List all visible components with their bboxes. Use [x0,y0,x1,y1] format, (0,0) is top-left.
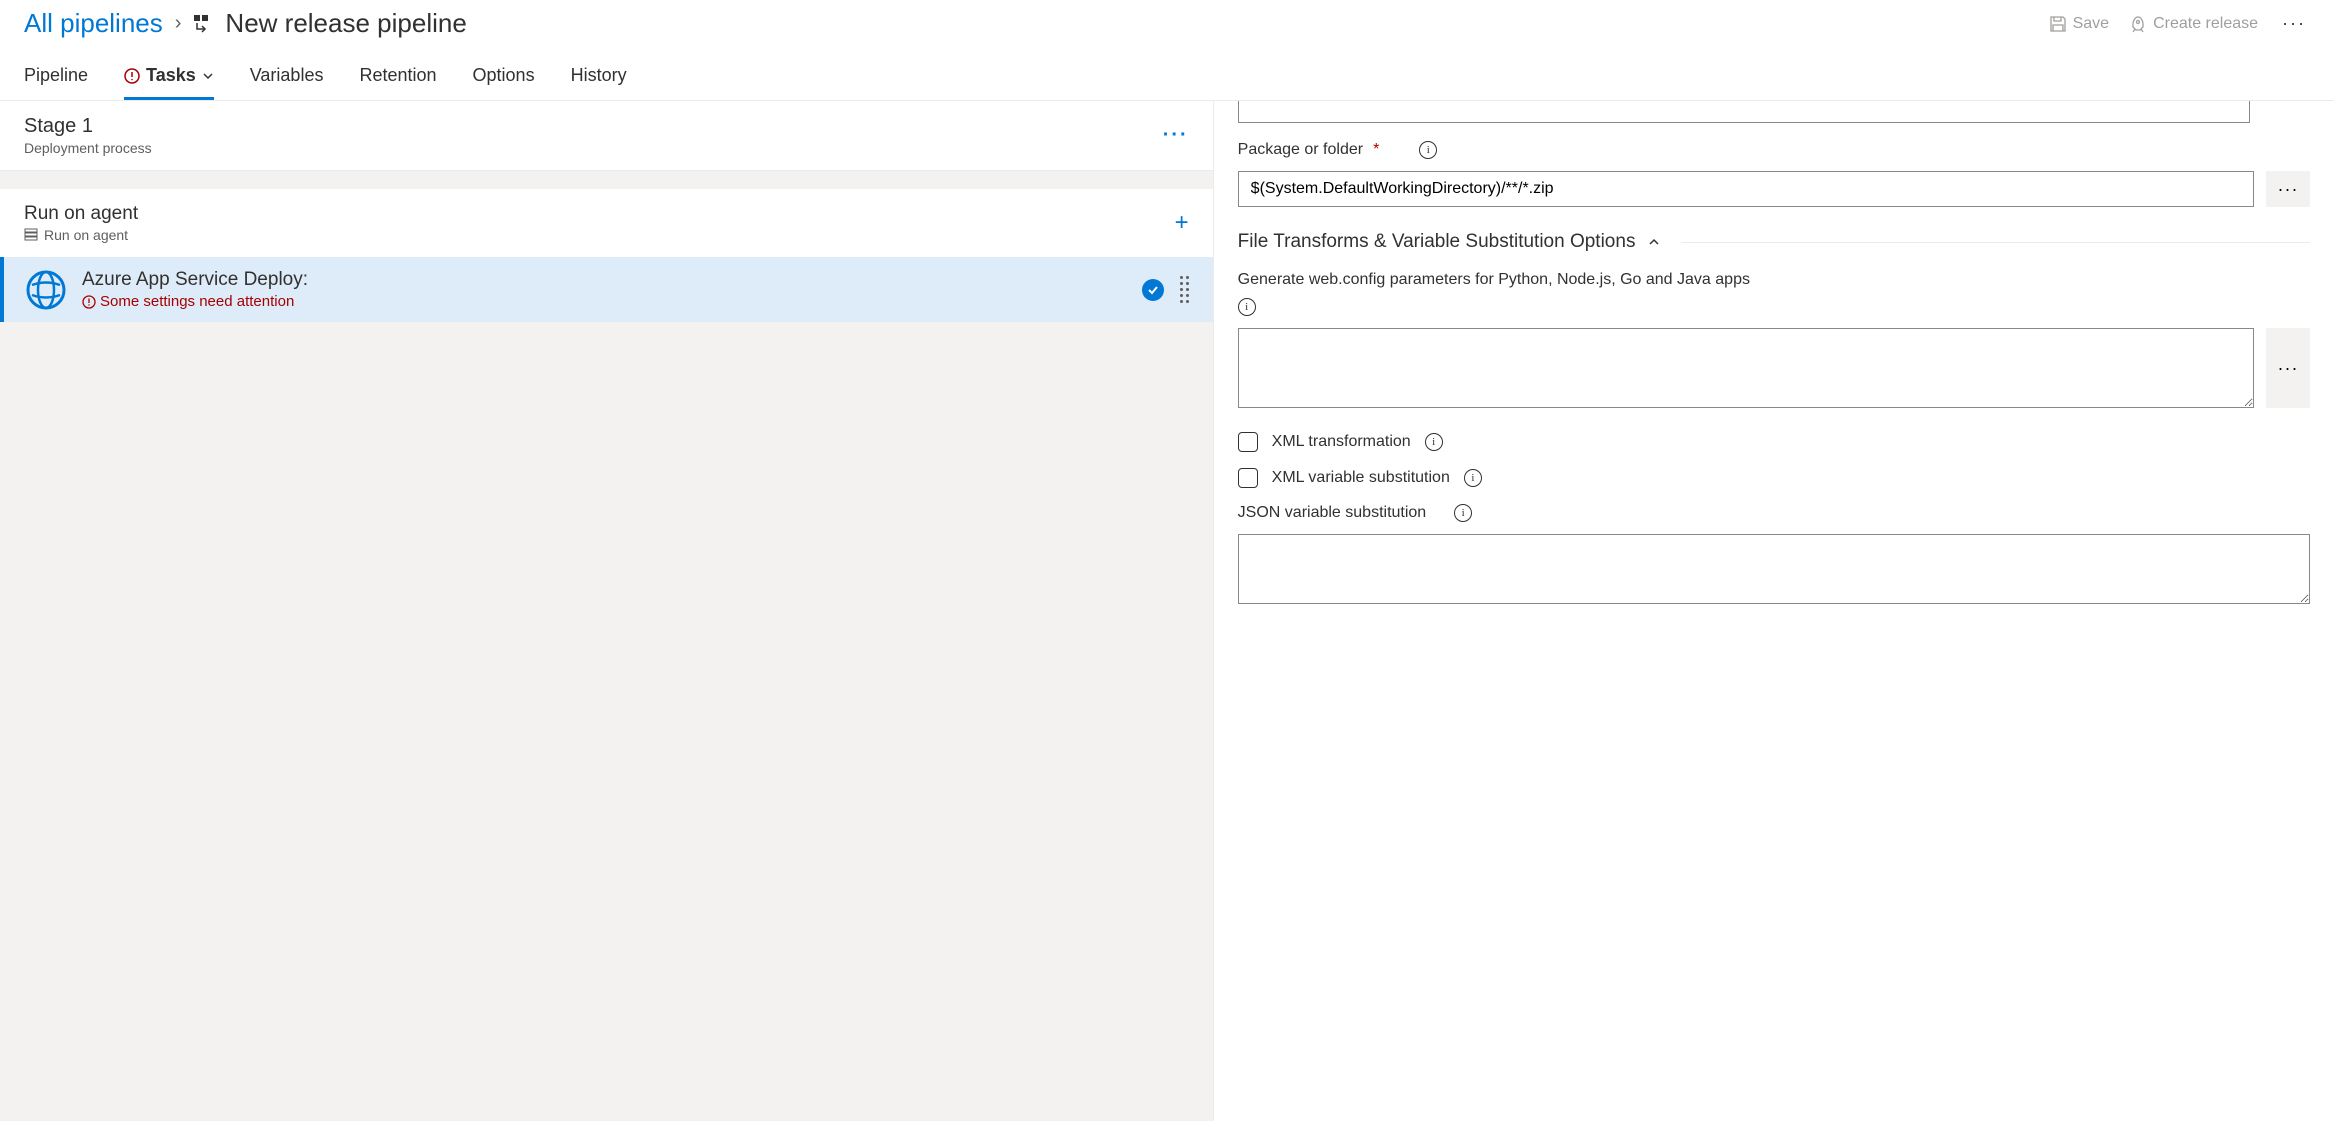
xml-var-sub-checkbox[interactable] [1238,468,1258,488]
more-actions-button[interactable]: ··· [2278,13,2310,34]
info-icon[interactable]: i [1464,469,1482,487]
create-release-button[interactable]: Create release [2129,15,2258,33]
webconfig-input[interactable] [1238,328,2254,408]
stage-menu-button[interactable]: ··· [1163,124,1189,147]
info-icon[interactable]: i [1238,298,1256,316]
agent-subtitle: Run on agent [24,227,138,243]
tab-variables[interactable]: Variables [250,55,324,100]
info-icon[interactable]: i [1419,141,1437,159]
stage-subtitle: Deployment process [24,140,152,156]
chevron-up-icon [1647,235,1661,249]
main-content: Stage 1 Deployment process ··· Run on ag… [0,101,2334,1121]
json-var-sub-input[interactable] [1238,534,2310,604]
json-var-sub-label: JSON variable substitution i [1238,504,2310,522]
task-error-message: Some settings need attention [82,293,1126,310]
tab-tasks[interactable]: Tasks [124,55,214,100]
save-button[interactable]: Save [2049,15,2109,33]
tab-retention[interactable]: Retention [359,55,436,100]
info-icon[interactable]: i [1425,433,1443,451]
pipeline-icon [193,14,213,34]
tab-options[interactable]: Options [473,55,535,100]
transforms-section-header[interactable]: File Transforms & Variable Substitution … [1238,231,2310,253]
task-row-azure-deploy[interactable]: Azure App Service Deploy: Some settings … [0,257,1213,322]
agent-title: Run on agent [24,203,138,225]
drag-handle-icon[interactable] [1180,276,1189,303]
browse-button[interactable]: ··· [2266,171,2310,207]
chevron-right-icon: › [175,12,182,35]
page-header: All pipelines › New release pipeline Sav… [0,0,2334,55]
task-info: Azure App Service Deploy: Some settings … [82,269,1126,310]
tab-pipeline[interactable]: Pipeline [24,55,88,100]
tab-history[interactable]: History [571,55,627,100]
save-icon [2049,15,2067,33]
xml-var-sub-row: XML variable substitution i [1238,468,2310,488]
required-indicator: * [1373,141,1379,159]
error-icon [82,295,96,309]
rocket-icon [2129,15,2147,33]
tasks-panel: Stage 1 Deployment process ··· Run on ag… [0,101,1214,1121]
breadcrumb: All pipelines › New release pipeline [24,8,467,39]
breadcrumb-parent-link[interactable]: All pipelines [24,8,163,39]
xml-transform-checkbox[interactable] [1238,432,1258,452]
task-title: Azure App Service Deploy: [82,269,1126,291]
add-task-button[interactable]: + [1175,209,1189,237]
browse-button[interactable]: ··· [2266,328,2310,408]
agent-job-row[interactable]: Run on agent Run on agent + [0,189,1213,257]
previous-input-cutoff[interactable] [1238,101,2250,123]
xml-transform-row: XML transformation i [1238,432,2310,452]
header-actions: Save Create release ··· [2049,13,2310,34]
task-enabled-check-icon[interactable] [1142,279,1164,301]
tabs-bar: Pipeline Tasks Variables Retention Optio… [0,55,2334,101]
breadcrumb-current: New release pipeline [225,8,466,39]
chevron-down-icon [202,70,214,82]
task-settings-panel: Package or folder * i ··· File Transform… [1214,101,2334,1121]
stage-title: Stage 1 [24,115,152,138]
package-folder-input[interactable] [1238,171,2254,207]
error-icon [124,68,140,84]
info-icon[interactable]: i [1454,504,1472,522]
package-folder-label: Package or folder * i [1238,141,2310,159]
azure-app-service-icon [26,270,66,310]
stage-header[interactable]: Stage 1 Deployment process ··· [0,101,1213,171]
webconfig-label: Generate web.config parameters for Pytho… [1238,271,2310,289]
server-icon [24,228,38,242]
